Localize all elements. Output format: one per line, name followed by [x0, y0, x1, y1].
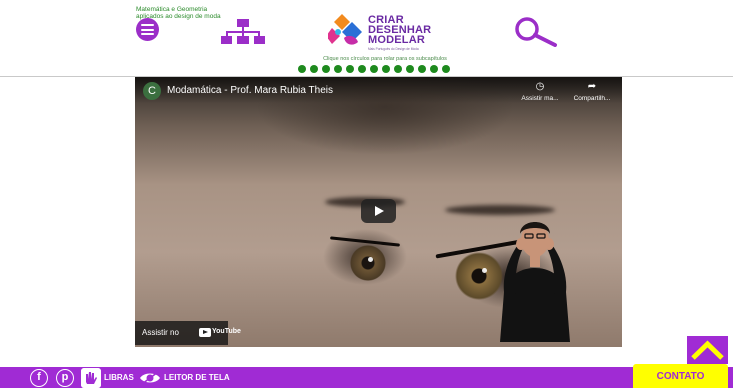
subchapter-dot[interactable]: [382, 65, 390, 73]
screen-reader-eye-icon[interactable]: [139, 371, 161, 385]
youtube-wordmark: YouTube: [212, 328, 241, 335]
watch-on-label: Assistir no: [142, 328, 179, 337]
video-title[interactable]: Modamática - Prof. Mara Rubia Theis: [167, 85, 333, 96]
youtube-logo-icon: [199, 328, 211, 337]
subchapter-dot[interactable]: [406, 65, 414, 73]
subchapter-dot[interactable]: [442, 65, 450, 73]
sitemap-icon[interactable]: [221, 19, 265, 45]
watch-later-label: Assistir ma...: [521, 95, 559, 102]
share-button[interactable]: ➦ Compartilh...: [567, 81, 617, 102]
subchapter-dot[interactable]: [346, 65, 354, 73]
eye-left: [350, 245, 386, 281]
contact-button[interactable]: CONTATO: [633, 364, 728, 388]
logo-wordmark: CRIAR DESENHAR MODELAR: [368, 15, 431, 46]
footer-bar: f p LIBRAS LEITOR DE TELA: [0, 367, 733, 388]
subchapter-dot[interactable]: [358, 65, 366, 73]
watch-later-button[interactable]: ◷ Assistir ma...: [515, 81, 565, 102]
logo-tagline: Mais Português do Design de Moda: [368, 47, 419, 51]
screen-reader-label[interactable]: LEITOR DE TELA: [164, 373, 230, 382]
channel-avatar[interactable]: C: [143, 82, 161, 100]
libras-label[interactable]: LIBRAS: [104, 373, 134, 382]
subchapter-dot[interactable]: [322, 65, 330, 73]
share-label: Compartilh...: [573, 95, 611, 102]
subchapter-hint: Clique nos círculos para rolar para os s…: [323, 56, 447, 62]
share-arrow-icon: ➦: [587, 81, 597, 92]
site-logo[interactable]: CRIAR DESENHAR MODELAR Mais Português do…: [328, 12, 431, 54]
clock-icon: ◷: [535, 81, 545, 92]
facebook-icon[interactable]: f: [30, 369, 48, 387]
logo-line-3: MODELAR: [368, 34, 426, 46]
subchapter-dots: [298, 65, 450, 73]
subchapter-dot[interactable]: [394, 65, 402, 73]
libras-hands-icon[interactable]: [81, 368, 101, 388]
back-to-top-button[interactable]: [687, 336, 728, 364]
subtitle-line-1: Matemática e Geometria: [136, 6, 208, 13]
subchapter-dot[interactable]: [418, 65, 426, 73]
sign-language-interpreter: [500, 222, 570, 342]
hamburger-menu-icon[interactable]: [136, 18, 159, 41]
pinterest-icon[interactable]: p: [56, 369, 74, 387]
subchapter-dot[interactable]: [370, 65, 378, 73]
page: Matemática e Geometria aplicados ao desi…: [0, 0, 733, 388]
search-icon[interactable]: [513, 17, 559, 47]
logo-mark-icon: [328, 14, 362, 45]
subchapter-dot[interactable]: [298, 65, 306, 73]
subchapter-dot[interactable]: [334, 65, 342, 73]
subchapter-dot[interactable]: [430, 65, 438, 73]
play-button[interactable]: [361, 199, 396, 223]
subchapter-dot[interactable]: [310, 65, 318, 73]
site-header: Matemática e Geometria aplicados ao desi…: [0, 0, 733, 77]
watch-on-youtube-button[interactable]: Assistir no YouTube: [135, 321, 241, 345]
